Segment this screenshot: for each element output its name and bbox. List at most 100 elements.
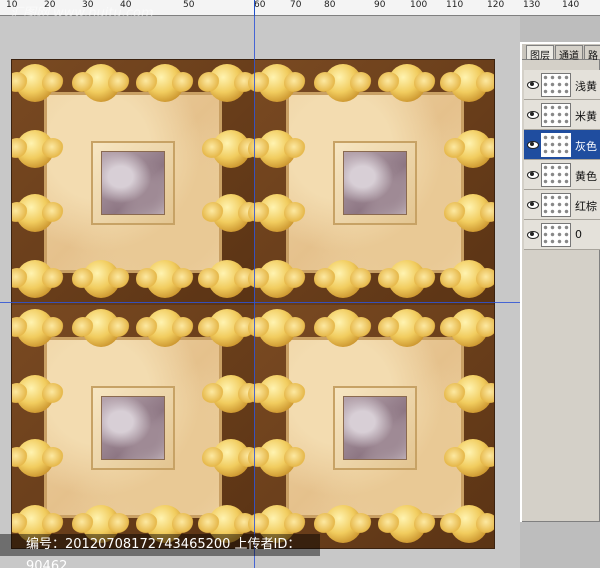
ornament (314, 505, 372, 543)
ornament (198, 260, 256, 298)
ornament (202, 130, 260, 168)
layer-row[interactable]: 浅黄 (524, 70, 600, 100)
ornament (202, 439, 260, 477)
ornament (314, 260, 372, 298)
ruler-label: 120 (487, 0, 505, 10)
horizontal-guide[interactable] (0, 302, 520, 303)
ruler-label: 130 (523, 0, 541, 10)
vertical-guide[interactable] (254, 16, 255, 568)
tab-paths[interactable]: 路 (584, 45, 600, 62)
stone-inset-frame (333, 385, 417, 470)
layer-thumbnail (541, 163, 571, 187)
layer-thumbnail (541, 133, 571, 157)
canvas-area[interactable] (0, 16, 520, 568)
ornament (248, 64, 306, 102)
eye-icon[interactable] (526, 169, 539, 179)
layer-row[interactable]: 黄色 (524, 160, 600, 190)
grey-stone-inset (101, 395, 165, 460)
layer-name: 红棕 (575, 200, 597, 213)
ruler-label: 80 (324, 0, 336, 10)
layers-panel: 图层 通道 路 浅黄 米黄 灰色 黄色 红棕 0 (520, 42, 600, 522)
layer-thumbnail (541, 223, 571, 247)
layer-row-selected[interactable]: 灰色 (524, 130, 600, 160)
ornament (314, 309, 372, 347)
ornament (198, 64, 256, 102)
eye-icon[interactable] (526, 139, 539, 149)
layer-name: 浅黄 (575, 80, 597, 93)
panel-tabs: 图层 通道 路 (522, 44, 600, 62)
layer-row[interactable]: 0 (524, 220, 600, 250)
ornament (440, 505, 494, 543)
ornament (248, 130, 306, 168)
ornament (12, 260, 64, 298)
document-canvas[interactable] (11, 59, 495, 549)
ornament (378, 260, 436, 298)
ornament (248, 375, 306, 413)
layer-name: 米黄 (575, 110, 597, 123)
ornament (248, 194, 306, 232)
layer-thumbnail (541, 103, 571, 127)
ornament (12, 64, 64, 102)
ornament (314, 64, 372, 102)
grey-stone-inset (101, 150, 165, 215)
ruler-label: 50 (183, 0, 195, 10)
eye-icon[interactable] (526, 79, 539, 89)
ornament (440, 260, 494, 298)
ornament (136, 64, 194, 102)
ornament (378, 309, 436, 347)
ornament (440, 309, 494, 347)
ornament (72, 64, 130, 102)
grey-stone-inset (343, 395, 407, 460)
pattern-tile (248, 60, 494, 305)
pattern-tile (12, 305, 260, 548)
ornament (12, 375, 64, 413)
ornament (72, 309, 130, 347)
ornament (72, 260, 130, 298)
layer-thumbnail (541, 193, 571, 217)
layer-name: 灰色 (575, 140, 597, 153)
layer-row[interactable]: 红棕 (524, 190, 600, 220)
layer-row[interactable]: 米黄 (524, 100, 600, 130)
ornament (248, 439, 306, 477)
layer-list: 浅黄 米黄 灰色 黄色 红棕 0 (524, 70, 600, 250)
ruler-label: 100 (410, 0, 428, 10)
layer-name: 0 (575, 228, 582, 241)
ornament (440, 64, 494, 102)
image-info-bar: 编号：20120708172743465200 上传者ID：90462 (0, 534, 320, 568)
stone-inset-frame (333, 140, 417, 225)
ornament (444, 130, 494, 168)
ruler-label: 70 (290, 0, 302, 10)
stone-inset-frame (91, 385, 175, 470)
eye-icon[interactable] (526, 229, 539, 239)
ornament (12, 194, 64, 232)
ornament (444, 194, 494, 232)
ornament (248, 260, 306, 298)
ornament (444, 375, 494, 413)
ornament (202, 194, 260, 232)
tab-layers[interactable]: 图层 (526, 45, 554, 62)
layer-thumbnail (541, 73, 571, 97)
layer-name: 黄色 (575, 170, 597, 183)
ruler-label: 90 (374, 0, 386, 10)
ornament (378, 505, 436, 543)
ornament (12, 130, 64, 168)
ornament (378, 64, 436, 102)
ornament (248, 309, 306, 347)
tab-channels[interactable]: 通道 (555, 45, 583, 62)
ruler-label: 140 (562, 0, 580, 10)
ornament (12, 439, 64, 477)
ornament (198, 309, 256, 347)
ornament (202, 375, 260, 413)
ornament (136, 309, 194, 347)
ornament (136, 260, 194, 298)
eye-icon[interactable] (526, 109, 539, 119)
pattern-tile (12, 60, 260, 305)
stone-inset-frame (91, 140, 175, 225)
ornament (12, 309, 64, 347)
grey-stone-inset (343, 150, 407, 215)
eye-icon[interactable] (526, 199, 539, 209)
ruler-label: 60 (254, 0, 266, 10)
ruler-label: 110 (446, 0, 464, 10)
ornament (444, 439, 494, 477)
ruler-guide-marker (254, 0, 255, 16)
